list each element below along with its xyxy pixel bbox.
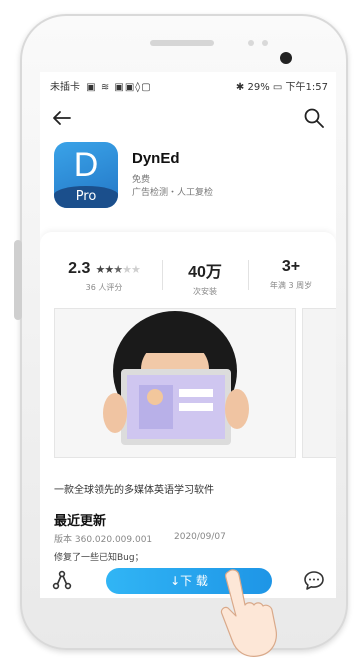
time-text: 下午1:57: [285, 82, 328, 93]
rating-stat: 2.3 ★★★★★ 36 人评分: [56, 258, 152, 293]
search-icon[interactable]: [302, 106, 326, 130]
phone-speaker: [150, 40, 214, 46]
battery-text: 29%: [247, 82, 270, 93]
installs-value: 40万: [188, 264, 222, 281]
installs-label: 次安装: [193, 287, 217, 296]
phone-side-button: [14, 240, 22, 320]
status-icons: ▣ ≋ ▣▣◊▢: [86, 82, 152, 93]
app-icon-letter: D: [73, 146, 99, 184]
app-icon: D Pro: [54, 142, 118, 208]
battery-icon: ▭: [272, 82, 283, 93]
bluetooth-icon: ✱: [235, 82, 245, 93]
app-description: 一款全球领先的多媒体英语学习软件: [54, 485, 214, 496]
phone-sensor: [248, 40, 254, 46]
share-icon[interactable]: [50, 568, 74, 592]
update-date: 2020/09/07: [174, 532, 226, 542]
pointing-hand-icon: [220, 569, 277, 657]
installs-stat: 40万 次安装: [170, 258, 240, 297]
app-price: 免费: [132, 175, 151, 185]
rating-value: 2.3: [68, 260, 91, 277]
age-stat: 3+ 年满 3 周岁: [254, 258, 328, 291]
front-camera: [280, 52, 292, 64]
status-left: 未插卡 ▣ ≋ ▣▣◊▢: [50, 78, 152, 93]
age-label: 年满 3 周岁: [269, 281, 313, 290]
status-right: ✱ 29% ▭ 下午1:57: [236, 78, 328, 93]
app-name: DynEd: [132, 150, 180, 167]
app-check-note: 广告检测・人工复检: [132, 188, 214, 198]
comment-icon[interactable]: [302, 568, 326, 592]
age-value: 3+: [281, 258, 301, 275]
stat-divider: [248, 260, 249, 290]
rating-count: 36 人评分: [85, 283, 123, 292]
carrier-text: 未插卡: [50, 82, 80, 93]
back-arrow-icon[interactable]: [50, 106, 74, 130]
app-icon-badge: Pro: [54, 186, 118, 208]
update-version: 版本 360.020.009.001: [54, 535, 153, 545]
screen: 未插卡 ▣ ≋ ▣▣◊▢ ✱ 29% ▭ 下午1:57 D Pro DynEd …: [40, 72, 336, 598]
rating-stars: ★★★★★: [95, 263, 141, 276]
screenshot-1[interactable]: [54, 308, 296, 458]
status-bar: 未插卡 ▣ ≋ ▣▣◊▢ ✱ 29% ▭ 下午1:57: [40, 72, 336, 96]
phone-sensor: [262, 40, 268, 46]
screenshot-2[interactable]: [302, 308, 336, 458]
girl-with-tablet-image: [55, 309, 295, 457]
stat-divider: [162, 260, 163, 290]
update-title: 最近更新: [54, 514, 107, 529]
